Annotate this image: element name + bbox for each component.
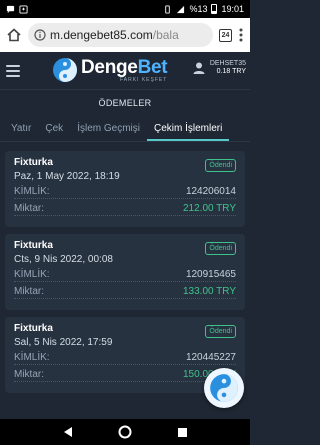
id-row: KİMLİK: 120915465 (14, 265, 236, 282)
site-info-icon[interactable] (34, 29, 46, 41)
withdrawal-list: Fixturka Paz, 1 May 2022, 18:19 Ödendi K… (0, 142, 250, 393)
live-support-button[interactable] (204, 368, 244, 408)
balance: 0.18 TRY (216, 68, 246, 76)
clock: 19:01 (221, 4, 244, 14)
status-bar: %13 19:01 (0, 0, 250, 18)
back-icon[interactable] (62, 426, 74, 438)
transaction-id: 120445227 (185, 352, 236, 363)
payment-method: Fixturka (14, 157, 53, 168)
address-bar[interactable]: m.dengebet85.com/bala (28, 23, 213, 47)
home-icon[interactable] (6, 27, 22, 43)
transaction-date: Paz, 1 May 2022, 18:19 (14, 171, 120, 182)
id-label: KİMLİK: (14, 186, 50, 197)
id-label: KİMLİK: (14, 352, 50, 363)
page-title: ÖDEMELER (0, 90, 250, 116)
chat-icon (6, 5, 15, 13)
url-text: m.dengebet85.com/bala (50, 28, 179, 42)
amount-row: Miktar: 133.00 TRY (14, 282, 236, 299)
id-row: KİMLİK: 120445227 (14, 348, 236, 365)
home-circle-icon[interactable] (118, 425, 132, 439)
user-icon (193, 62, 205, 75)
transaction-id: 120915465 (185, 269, 236, 280)
url-host: m.dengebet85.com (50, 28, 153, 42)
yin-yang-icon (210, 374, 238, 402)
amount-label: Miktar: (14, 369, 44, 380)
status-badge: Ödendi (205, 242, 236, 255)
transaction-card: Fixturka Paz, 1 May 2022, 18:19 Ödendi K… (5, 151, 245, 227)
amount-row: Miktar: 212.00 TRY (14, 199, 236, 216)
payment-tabs: Yatır Çek İşlem Geçmişi Çekim İşlemleri (0, 116, 250, 142)
status-badge: Ödendi (205, 325, 236, 338)
tab-switcher-button[interactable]: 24 (219, 28, 232, 42)
status-badge: Ödendi (205, 159, 236, 172)
transaction-amount: 212.00 TRY (182, 203, 236, 214)
payment-method: Fixturka (14, 240, 53, 251)
transaction-card: Fixturka Cts, 9 Nis 2022, 00:08 Ödendi K… (5, 234, 245, 310)
site-header: DengeBet FARKI KEŞFET DEHSET35 0.18 TRY (0, 52, 250, 90)
recents-icon[interactable] (177, 427, 188, 438)
transaction-date: Sal, 5 Nis 2022, 17:59 (14, 337, 113, 348)
more-options-icon[interactable] (238, 27, 244, 43)
site-logo[interactable]: DengeBet FARKI KEŞFET (52, 56, 168, 83)
tab-transaction-history[interactable]: İşlem Geçmişi (70, 123, 147, 141)
user-account[interactable]: DEHSET35 0.18 TRY (192, 60, 246, 76)
url-path: /bala (152, 28, 179, 42)
tab-withdrawal-transactions[interactable]: Çekim İşlemleri (146, 123, 230, 141)
yin-yang-logo-icon (53, 58, 77, 82)
transaction-amount: 133.00 TRY (182, 286, 236, 297)
transaction-date: Cts, 9 Nis 2022, 00:08 (14, 254, 113, 265)
hamburger-menu-icon[interactable] (6, 64, 20, 77)
battery-percent: %13 (189, 4, 208, 14)
signal-icon (177, 5, 185, 13)
amount-label: Miktar: (14, 203, 44, 214)
logo-word-2: Bet (137, 56, 168, 78)
username: DEHSET35 (209, 60, 246, 67)
id-row: KİMLİK: 124206014 (14, 182, 236, 199)
logo-tagline: FARKI KEŞFET (120, 76, 168, 83)
logo-word-1: Denge (81, 56, 138, 78)
vibrate-icon (165, 4, 171, 14)
transaction-id: 124206014 (185, 186, 236, 197)
payment-method: Fixturka (14, 323, 53, 334)
battery-icon (211, 4, 218, 14)
amount-row: Miktar: 150.00 TRY (14, 365, 236, 382)
tab-deposit[interactable]: Yatır (4, 123, 38, 141)
amount-label: Miktar: (14, 286, 44, 297)
id-label: KİMLİK: (14, 269, 50, 280)
notification-icon (19, 4, 28, 14)
tab-withdraw[interactable]: Çek (38, 123, 70, 141)
system-navigation-bar (0, 419, 250, 445)
browser-toolbar: m.dengebet85.com/bala 24 (0, 18, 250, 52)
